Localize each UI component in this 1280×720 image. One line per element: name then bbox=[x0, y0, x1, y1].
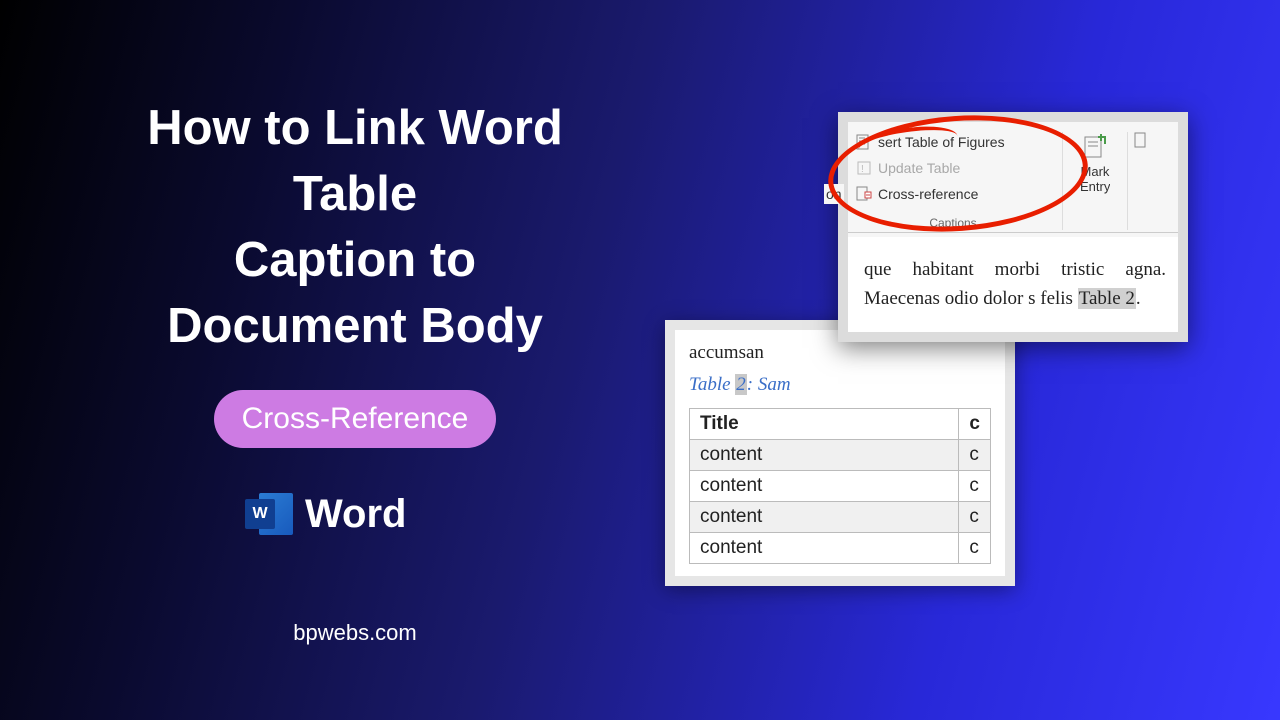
captions-group: sert Table of Figures ! Update Table Cro… bbox=[848, 132, 1058, 230]
captions-group-label: Captions bbox=[854, 216, 1052, 230]
word-brand-label: Word bbox=[305, 492, 406, 537]
word-brand-block: W Word bbox=[245, 490, 406, 538]
title-block: How to Link Word Table Caption to Docume… bbox=[85, 95, 625, 448]
mark-entry-button[interactable]: Mark Entry bbox=[1067, 132, 1123, 230]
mark-entry-icon bbox=[1082, 134, 1108, 160]
table-row: contentc bbox=[690, 533, 991, 564]
table-row: contentc bbox=[690, 440, 991, 471]
ribbon: on sert Table of Figures ! Update Table bbox=[848, 122, 1178, 237]
document-body-sample: que habitant morbi tristic agna. Maecena… bbox=[848, 237, 1178, 332]
title-line-2: Caption to bbox=[85, 227, 625, 293]
table-row: contentc bbox=[690, 502, 991, 533]
table-of-figures-icon bbox=[856, 134, 872, 150]
table-header: Title bbox=[690, 409, 959, 440]
insert-table-of-figures-button[interactable]: sert Table of Figures bbox=[854, 132, 1052, 152]
sample-table: Title c contentc contentc contentc conte… bbox=[689, 408, 991, 564]
document-icon bbox=[1133, 132, 1149, 148]
cross-reference-button[interactable]: Cross-reference bbox=[854, 184, 1052, 204]
svg-text:!: ! bbox=[861, 164, 864, 175]
table-caption: Table 2: Sam bbox=[689, 374, 991, 396]
table-row: contentc bbox=[690, 471, 991, 502]
cross-reference-icon bbox=[856, 186, 872, 202]
doc-table-screenshot: accumsan Table 2: Sam Title c contentc c… bbox=[665, 320, 1015, 586]
doc-body-fragment: accumsan bbox=[689, 342, 991, 364]
word-icon: W bbox=[245, 490, 293, 538]
ribbon-right-fragment bbox=[1132, 132, 1150, 230]
update-table-icon: ! bbox=[856, 160, 872, 176]
cross-reference-badge: Cross-Reference bbox=[214, 390, 497, 448]
update-table-button: ! Update Table bbox=[854, 158, 1052, 178]
footer-url: bpwebs.com bbox=[85, 620, 625, 646]
ribbon-screenshot: on sert Table of Figures ! Update Table bbox=[838, 112, 1188, 342]
cross-reference-field: Table 2 bbox=[1078, 288, 1136, 309]
table-header-2: c bbox=[959, 409, 991, 440]
title-line-1: How to Link Word Table bbox=[85, 95, 625, 227]
title-line-3: Document Body bbox=[85, 293, 625, 359]
caption-button-fragment[interactable]: on bbox=[824, 184, 844, 204]
